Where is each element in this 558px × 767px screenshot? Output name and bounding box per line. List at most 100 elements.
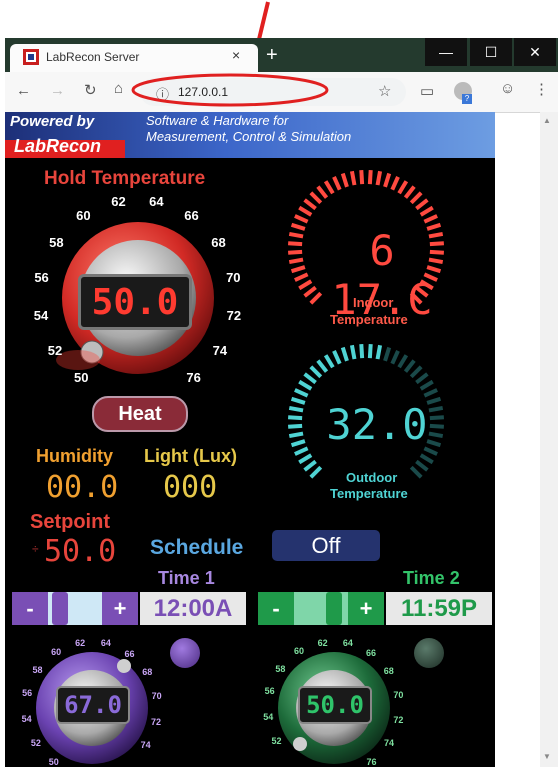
heat-mode-button[interactable]: Heat <box>92 396 188 432</box>
outdoor-gauge-segment-15 <box>323 354 335 369</box>
time2-status-led <box>414 638 444 668</box>
setpoint-sign-icon: ÷ <box>32 542 39 556</box>
outdoor-gauge-segment-5 <box>288 431 304 439</box>
scroll-down-icon[interactable]: ▼ <box>543 752 551 761</box>
indoor-gauge-segment-11 <box>298 205 313 217</box>
bookmark-star-icon[interactable]: ☆ <box>378 82 391 100</box>
schedule-label: Schedule <box>150 536 244 559</box>
time1-tick-11: 72 <box>151 716 162 727</box>
outdoor-gauge-segment-25 <box>403 359 416 373</box>
outdoor-gauge-segment-14 <box>316 359 329 373</box>
indoor-gauge-segment-13 <box>309 191 323 205</box>
forward-icon[interactable]: → <box>50 82 65 99</box>
hold-tick-13: 76 <box>186 370 201 386</box>
outdoor-gauge-segment-38 <box>415 459 429 472</box>
time2-tick-0: 52 <box>271 735 282 746</box>
indoor-gauge-segment-12 <box>303 198 317 211</box>
brand-logo-text: LabRecon <box>14 136 102 156</box>
outdoor-gauge-segment-29 <box>423 388 438 398</box>
indoor-gauge-segment-26 <box>409 191 423 205</box>
indoor-gauge-segment-15 <box>323 180 335 195</box>
outdoor-gauge-segment-4 <box>290 439 306 448</box>
menu-kebab-icon[interactable]: ⋮ <box>534 80 549 98</box>
minimize-button[interactable]: — <box>425 38 467 66</box>
time1-minus-button[interactable]: - <box>12 592 48 625</box>
indoor-gauge-segment-22 <box>383 172 392 188</box>
time2-tick-10: 72 <box>393 715 404 725</box>
time2-minus-button[interactable]: - <box>258 592 294 625</box>
cast-icon[interactable]: ▭ <box>420 82 434 100</box>
indoor-gauge-segment-23 <box>390 176 400 191</box>
hold-tick-7: 64 <box>149 194 164 210</box>
indoor-gauge-segment-25 <box>403 185 416 199</box>
hold-tick-0: 50 <box>73 370 89 386</box>
profile-icon[interactable]: ☺ <box>500 80 515 97</box>
schedule-toggle-button[interactable]: Off <box>272 530 380 561</box>
outdoor-gauge-segment-24 <box>397 354 409 369</box>
page-scrollbar[interactable] <box>540 112 558 767</box>
indoor-gauge-segment-14 <box>316 185 329 199</box>
outdoor-gauge-segment-18 <box>349 344 357 360</box>
indoor-gauge-segment-27 <box>415 198 429 211</box>
indoor-gauge-segment-5 <box>288 257 304 265</box>
indoor-gauge-segment-4 <box>290 265 306 274</box>
tab-title: LabRecon Server <box>46 50 140 64</box>
time1-value: 12:00A <box>140 592 246 625</box>
scroll-up-icon[interactable]: ▲ <box>543 116 551 125</box>
outdoor-gauge-segment-10 <box>294 388 309 398</box>
time2-value: 11:59P <box>386 592 492 625</box>
powered-by-text: Powered by <box>10 113 95 130</box>
indoor-gauge-segment-7 <box>288 241 303 247</box>
indoor-gauge-segment-10 <box>294 214 309 224</box>
hold-tick-8: 66 <box>184 208 199 224</box>
indoor-gauge-segment-20 <box>367 170 373 185</box>
new-tab-button[interactable]: + <box>266 44 278 67</box>
outdoor-gauge-segment-16 <box>332 350 342 365</box>
time1-plus-button[interactable]: + <box>102 592 138 625</box>
outdoor-temperature-value: 32.0 <box>326 400 428 449</box>
time2-tick-1: 54 <box>263 711 274 722</box>
time2-slider-thumb[interactable] <box>326 592 342 625</box>
outdoor-gauge-segment-21 <box>375 344 383 360</box>
time1-tick-0: 50 <box>48 756 59 767</box>
time2-plus-button[interactable]: + <box>348 592 384 625</box>
hold-tick-4: 58 <box>49 235 64 251</box>
indoor-gauge-segment-0 <box>309 291 323 305</box>
indoor-gauge-segment-28 <box>419 205 434 217</box>
time1-slider-thumb[interactable] <box>52 592 68 625</box>
indoor-gauge-segment-16 <box>332 176 342 191</box>
outdoor-gauge-segment-36 <box>423 446 438 456</box>
back-icon[interactable]: ← <box>16 82 31 99</box>
outdoor-gauge-segment-7 <box>288 415 303 421</box>
time2-tick-9: 70 <box>393 689 404 700</box>
hold-tick-11: 72 <box>226 307 242 323</box>
annotation-circle <box>131 73 329 107</box>
setpoint-value: 50.0 <box>44 534 117 569</box>
indoor-gauge-segment-1 <box>303 285 317 298</box>
hold-tick-10: 70 <box>226 269 241 285</box>
outdoor-gauge-segment-19 <box>359 344 365 359</box>
time1-tick-9: 68 <box>142 667 153 678</box>
tagline-line1: Software & Hardware for <box>146 113 289 128</box>
outdoor-gauge-segment-13 <box>309 365 323 379</box>
indoor-gauge-segment-21 <box>375 170 383 186</box>
tab-close-icon[interactable]: × <box>232 47 240 63</box>
time2-tick-4: 60 <box>293 646 304 657</box>
outdoor-gauge-segment-8 <box>288 405 304 413</box>
indoor-gauge-segment-17 <box>340 172 349 188</box>
outdoor-gauge-segment-0 <box>309 465 323 479</box>
time1-knob-value: 67.0 <box>56 686 130 724</box>
reload-icon[interactable]: ↻ <box>84 81 97 99</box>
time1-tick-3: 56 <box>22 688 33 699</box>
indoor-gauge-segment-24 <box>397 180 409 195</box>
outdoor-gauge-segment-37 <box>419 453 434 465</box>
light-lux-label: Light (Lux) <box>144 446 237 466</box>
home-icon[interactable]: ⌂ <box>114 80 123 97</box>
indoor-label-line1: Indoor <box>353 295 394 310</box>
maximize-button[interactable]: ☐ <box>470 38 512 66</box>
hold-tick-12: 74 <box>212 343 228 359</box>
time1-tick-1: 52 <box>30 738 41 749</box>
close-window-button[interactable]: ✕ <box>514 38 556 66</box>
outdoor-gauge-segment-23 <box>390 350 400 365</box>
time2-label: Time 2 <box>403 568 460 588</box>
